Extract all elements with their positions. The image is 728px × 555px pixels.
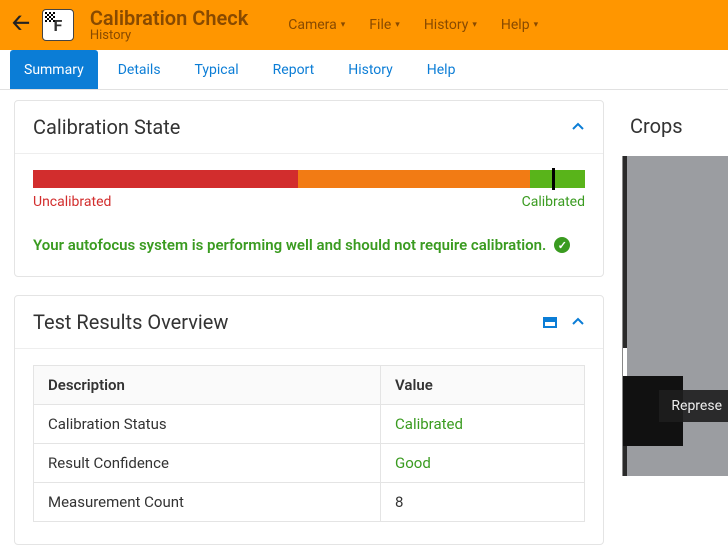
tab-summary[interactable]: Summary bbox=[10, 50, 98, 89]
calibration-bar bbox=[33, 170, 585, 188]
page-title: Calibration Check bbox=[90, 8, 248, 28]
col-description: Description bbox=[34, 366, 381, 405]
calibration-card-title: Calibration State bbox=[33, 115, 180, 139]
table-row: Measurement Count 8 bbox=[34, 483, 585, 522]
results-card-title: Test Results Overview bbox=[33, 310, 228, 334]
table-row: Result Confidence Good bbox=[34, 444, 585, 483]
crops-panel: Crops Represe bbox=[622, 100, 728, 545]
tab-details[interactable]: Details bbox=[104, 50, 175, 89]
top-menu: Camera▾ File▾ History▾ Help▾ bbox=[288, 17, 538, 33]
cell-value: Calibrated bbox=[381, 405, 585, 444]
label-calibrated: Calibrated bbox=[522, 194, 585, 210]
menu-camera[interactable]: Camera▾ bbox=[288, 17, 345, 33]
table-row: Calibration Status Calibrated bbox=[34, 405, 585, 444]
back-button[interactable]: 🡠 bbox=[12, 6, 30, 44]
collapse-button[interactable] bbox=[571, 120, 585, 134]
col-value: Value bbox=[381, 366, 585, 405]
tab-report[interactable]: Report bbox=[259, 50, 329, 89]
menu-help[interactable]: Help▾ bbox=[501, 17, 538, 33]
calibration-marker bbox=[552, 168, 555, 190]
cell-value: Good bbox=[381, 444, 585, 483]
collapse-button[interactable] bbox=[571, 315, 585, 329]
cell-desc: Calibration Status bbox=[34, 405, 381, 444]
cell-desc: Result Confidence bbox=[34, 444, 381, 483]
chevron-down-icon: ▾ bbox=[534, 20, 539, 30]
calibration-status-text: Your autofocus system is performing well… bbox=[33, 236, 546, 254]
results-table: Description Value Calibration Status Cal… bbox=[33, 365, 585, 522]
tab-help[interactable]: Help bbox=[413, 50, 470, 89]
menu-file[interactable]: File▾ bbox=[369, 17, 400, 33]
check-circle-icon: ✓ bbox=[554, 237, 570, 253]
tab-history[interactable]: History bbox=[334, 50, 407, 89]
crops-overlay-label: Represe bbox=[659, 390, 728, 422]
results-card: Test Results Overview Description Value bbox=[14, 295, 604, 545]
chevron-up-icon bbox=[571, 315, 585, 329]
title-block: Calibration Check History bbox=[90, 8, 248, 43]
chevron-up-icon bbox=[571, 120, 585, 134]
crops-preview-image bbox=[622, 156, 728, 476]
window-icon bbox=[543, 317, 557, 328]
tab-typical[interactable]: Typical bbox=[181, 50, 253, 89]
chevron-down-icon: ▾ bbox=[395, 20, 400, 30]
app-icon: F bbox=[42, 9, 74, 41]
crops-title: Crops bbox=[622, 100, 728, 156]
menu-history[interactable]: History▾ bbox=[424, 17, 477, 33]
top-header: 🡠 F Calibration Check History Camera▾ Fi… bbox=[0, 0, 728, 50]
calibration-state-card: Calibration State Uncalibrated Calibrate… bbox=[14, 100, 604, 277]
chevron-down-icon: ▾ bbox=[472, 20, 477, 30]
bar-segment-orange bbox=[298, 170, 530, 188]
expand-window-button[interactable] bbox=[543, 315, 557, 329]
tab-strip: Summary Details Typical Report History H… bbox=[0, 50, 728, 90]
bar-segment-red bbox=[33, 170, 298, 188]
cell-desc: Measurement Count bbox=[34, 483, 381, 522]
cell-value: 8 bbox=[381, 483, 585, 522]
chevron-down-icon: ▾ bbox=[341, 20, 346, 30]
bar-segment-green bbox=[530, 170, 585, 188]
label-uncalibrated: Uncalibrated bbox=[33, 194, 111, 210]
page-subtitle: History bbox=[90, 28, 248, 43]
